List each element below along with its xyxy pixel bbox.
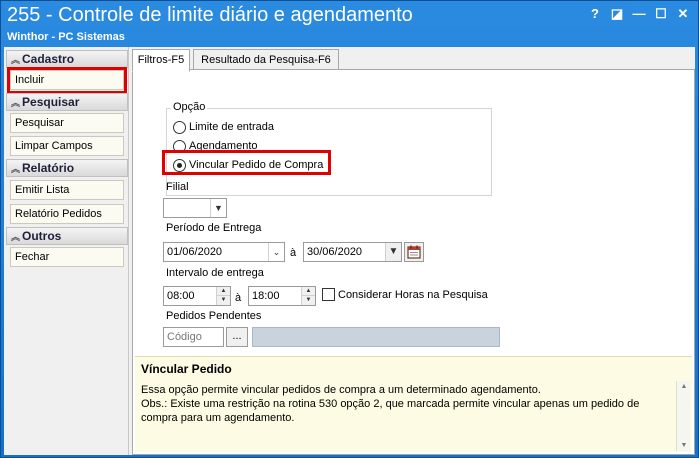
intervalo-label: Intervalo de entrega	[166, 267, 264, 279]
pesquisar-button[interactable]: Pesquisar	[10, 113, 124, 133]
spin-down-icon[interactable]: ▼	[301, 296, 315, 305]
help-text: Essa opção permite vincular pedidos de c…	[141, 383, 667, 425]
date-from-value: 01/06/2020	[167, 246, 223, 258]
chevron-up-icon: ︽	[11, 232, 21, 242]
calendar-icon	[407, 245, 421, 259]
pedido-description-field	[252, 327, 500, 347]
help-line-1: Essa opção permite vincular pedidos de c…	[141, 384, 541, 396]
maximize-icon[interactable]: ☐	[650, 5, 672, 23]
codigo-input[interactable]: Código	[163, 327, 224, 347]
spin-down-icon[interactable]: ▼	[216, 296, 230, 305]
chevron-up-icon: ︽	[11, 55, 21, 65]
time-from-spinner[interactable]: 08:00 ▲ ▼	[163, 286, 231, 306]
group-label: Outros	[22, 229, 62, 243]
chevron-up-icon: ︽	[11, 164, 21, 174]
scroll-down-icon[interactable]: ▼	[677, 442, 691, 449]
date-to-picker[interactable]: 30/06/2020 ▼	[303, 242, 402, 262]
scroll-up-icon[interactable]: ▲	[677, 383, 691, 390]
date-separator: à	[290, 247, 297, 259]
help-scrollbar[interactable]: ▲ ▼	[676, 381, 690, 451]
help-icon[interactable]: ?	[584, 5, 606, 23]
limpar-campos-button[interactable]: Limpar Campos	[10, 136, 124, 156]
time-separator: à	[235, 292, 242, 304]
spin-up-icon[interactable]: ▲	[216, 287, 230, 296]
considerar-horas-checkbox[interactable]	[322, 288, 335, 301]
highlight-box-incluir	[7, 67, 127, 94]
tab-filtros[interactable]: Filtros-F5	[132, 49, 190, 72]
help-title: Víncular Pedido	[141, 362, 232, 376]
sidebar-group-relatorio[interactable]: ︽ Relatório	[6, 159, 128, 177]
radio-circle	[173, 120, 186, 134]
restore-icon[interactable]: ◪	[606, 5, 628, 23]
relatorio-pedidos-button[interactable]: Relatório Pedidos	[10, 204, 124, 224]
time-to-value: 18:00	[252, 290, 280, 302]
chevron-up-icon: ︽	[11, 98, 21, 108]
considerar-horas-label: Considerar Horas na Pesquisa	[338, 289, 488, 301]
fechar-button[interactable]: Fechar	[10, 247, 124, 267]
app-window: 255 - Controle de limite diário e agenda…	[0, 0, 699, 458]
dropdown-arrow-icon[interactable]: ▼	[385, 243, 401, 261]
radio-limite-entrada[interactable]: Limite de entrada	[173, 119, 274, 135]
group-label: Relatório	[22, 161, 75, 175]
tab-resultado[interactable]: Resultado da Pesquisa-F6	[193, 49, 339, 71]
minimize-icon[interactable]: —	[628, 5, 650, 23]
group-label: Cadastro	[22, 52, 75, 66]
search-pedido-button[interactable]: ...	[226, 327, 248, 347]
chevron-down-icon[interactable]: ▼	[210, 199, 226, 217]
option-group-title: Opção	[171, 101, 208, 113]
date-from-picker[interactable]: 01/06/2020 ⌄	[163, 242, 285, 262]
filial-label: Filial	[166, 181, 189, 193]
chevron-down-icon[interactable]: ⌄	[268, 243, 284, 261]
window-title: 255 - Controle de limite diário e agenda…	[7, 4, 413, 26]
title-bar[interactable]: 255 - Controle de limite diário e agenda…	[1, 1, 698, 47]
sidebar: ︽ Cadastro Incluir ︽ Pesquisar Pesquisar L…	[4, 47, 129, 455]
emitir-lista-button[interactable]: Emitir Lista	[10, 180, 124, 200]
help-line-2: Obs.: Existe uma restrição na rotina 530…	[141, 398, 640, 424]
spin-up-icon[interactable]: ▲	[301, 287, 315, 296]
pedidos-pendentes-label: Pedidos Pendentes	[166, 310, 262, 322]
sidebar-group-pesquisar[interactable]: ︽ Pesquisar	[6, 93, 128, 111]
radio-label: Limite de entrada	[189, 121, 274, 133]
filial-combobox[interactable]: ▼	[163, 198, 227, 218]
highlight-box-vincular	[162, 150, 331, 175]
window-controls: ? ◪ — ☐ ✕	[584, 5, 694, 23]
window-subtitle: Winthor - PC Sistemas	[7, 31, 125, 43]
close-icon[interactable]: ✕	[672, 5, 694, 23]
group-label: Pesquisar	[22, 95, 80, 109]
sidebar-group-outros[interactable]: ︽ Outros	[6, 227, 128, 245]
time-from-value: 08:00	[167, 290, 195, 302]
filters-panel: Opção Limite de entrada Agendamento Vinc…	[132, 69, 695, 455]
sidebar-group-cadastro[interactable]: ︽ Cadastro	[6, 50, 128, 68]
time-to-spinner[interactable]: 18:00 ▲ ▼	[248, 286, 316, 306]
calendar-button[interactable]	[404, 242, 424, 262]
date-to-value: 30/06/2020	[307, 246, 363, 258]
help-panel: Víncular Pedido Essa opção permite vincu…	[135, 356, 692, 452]
periodo-label: Período de Entrega	[166, 222, 262, 234]
client-area: ︽ Cadastro Incluir ︽ Pesquisar Pesquisar L…	[4, 47, 695, 455]
